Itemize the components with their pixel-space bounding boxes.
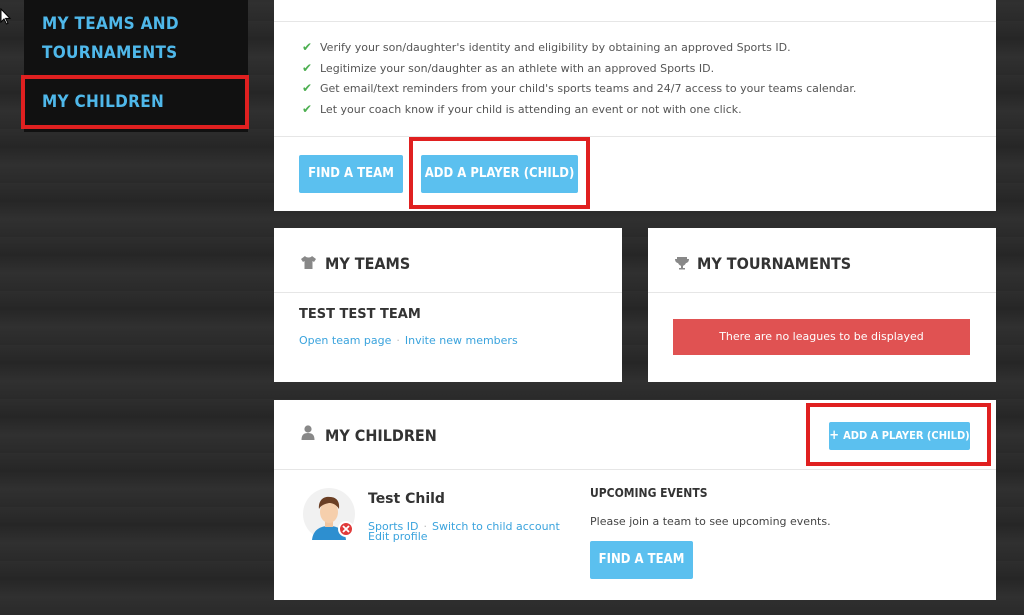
my-tournaments-divider: [648, 292, 996, 293]
mouse-cursor-icon: [0, 8, 12, 25]
check-icon: ✔: [302, 81, 313, 95]
my-teams-divider: [274, 292, 622, 293]
trophy-icon: [675, 257, 689, 270]
highlight-box-add-player: [409, 137, 590, 209]
upcoming-events-message: Please join a team to see upcoming event…: [590, 515, 831, 528]
check-icon: ✔: [302, 40, 313, 54]
check-icon: ✔: [302, 101, 313, 116]
child-avatar[interactable]: [303, 488, 357, 542]
invite-new-members-link[interactable]: Invite new members: [405, 334, 518, 347]
find-team-child-button[interactable]: FIND A TEAM: [590, 541, 693, 579]
person-icon: [301, 425, 315, 440]
benefit-item: ✔ Let your coach know if your child is at…: [302, 99, 856, 120]
my-tournaments-title: MY TOURNAMENTS: [697, 254, 852, 273]
child-name: Test Child: [368, 491, 445, 507]
benefit-item: ✔ Get email/text reminders from your chil…: [302, 78, 856, 99]
benefit-item: ✔ Legitimize your son/daughter as an athl…: [302, 58, 856, 79]
open-team-page-link[interactable]: Open team page: [299, 334, 391, 347]
top-divider: [274, 21, 996, 22]
switch-to-child-account-link[interactable]: Switch to child account: [432, 520, 560, 533]
intro-panel: ✔ Verify your son/daughter's identity and…: [274, 0, 996, 211]
benefit-item: ✔ Verify your son/daughter's identity and…: [302, 37, 856, 58]
link-separator: ·: [396, 334, 400, 347]
check-icon: ✔: [302, 60, 313, 75]
sidebar-item-my-teams-and-tournaments[interactable]: MY TEAMS AND TOURNAMENTS: [42, 10, 222, 68]
my-teams-panel: MY TEAMS TEST TEST TEAM Open team page · I…: [274, 228, 622, 382]
find-team-button[interactable]: FIND A TEAM: [299, 155, 403, 193]
my-teams-title: MY TEAMS: [325, 254, 411, 273]
benefits-list: ✔ Verify your son/daughter's identity and…: [302, 37, 856, 119]
my-children-title: MY CHILDREN: [325, 426, 437, 445]
shirt-icon: [301, 256, 316, 269]
my-children-divider: [274, 469, 996, 470]
team-name: TEST TEST TEAM: [299, 307, 421, 322]
edit-profile-link[interactable]: Edit profile: [368, 530, 428, 543]
upcoming-events-title: UPCOMING EVENTS: [590, 486, 708, 500]
my-tournaments-panel: MY TOURNAMENTS There are no leagues to b…: [648, 228, 996, 382]
no-leagues-alert: There are no leagues to be displayed: [673, 319, 970, 355]
highlight-box-add-player-child: [806, 403, 991, 466]
benefits-divider: [274, 136, 996, 137]
team-links: Open team page · Invite new members: [299, 329, 518, 348]
highlight-box-sidebar-my-children: [21, 75, 249, 129]
